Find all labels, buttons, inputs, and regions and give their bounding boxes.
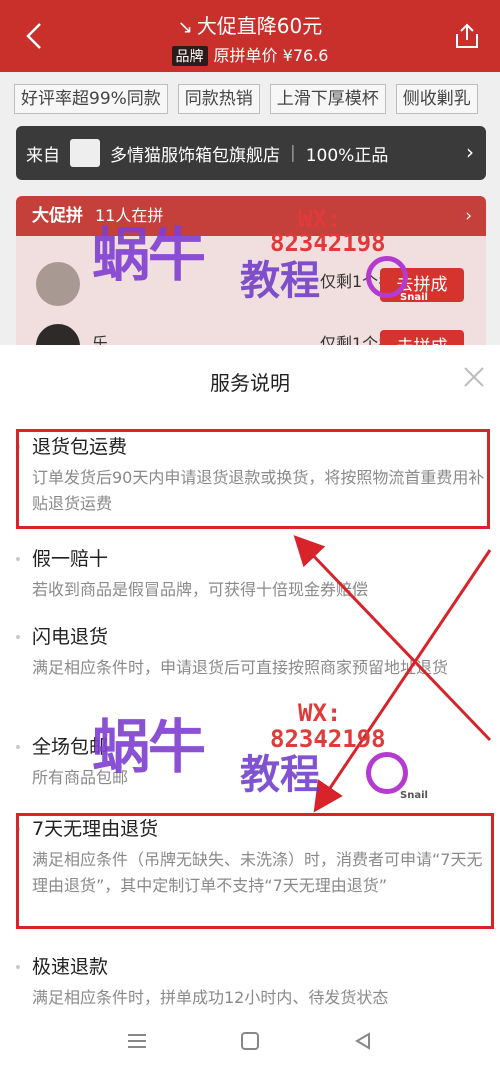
back-nav-button[interactable] <box>349 1027 377 1055</box>
system-nav-bar <box>0 1013 500 1068</box>
menu-icon <box>127 1033 146 1048</box>
home-button[interactable] <box>236 1027 264 1055</box>
arrow-down <box>313 549 492 813</box>
home-icon <box>240 1031 259 1050</box>
annotation-arrows <box>293 535 492 813</box>
back-triangle-icon <box>355 1031 371 1050</box>
arrow-up <box>293 535 492 742</box>
menu-button[interactable] <box>123 1027 151 1055</box>
